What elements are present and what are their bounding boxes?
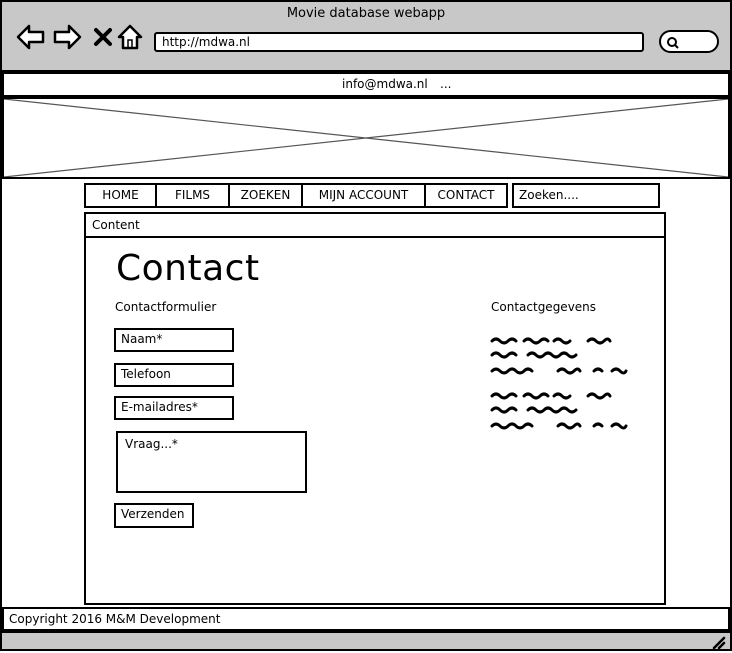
nav-mijn-account[interactable]: MIJN ACCOUNT [301,183,426,208]
page-title: Contact [116,248,260,289]
back-arrow-icon[interactable] [16,22,46,52]
banner-image-placeholder [2,97,730,179]
contact-email[interactable]: info@mdwa.nl [342,74,428,95]
nav-films[interactable]: FILMS [155,183,230,208]
resize-grip-icon[interactable] [710,634,726,653]
site-search-input[interactable]: Zoeken.... [512,183,660,208]
nav-home[interactable]: HOME [84,183,157,208]
form-label: Contactformulier [115,300,217,314]
name-field[interactable]: Naam* [114,328,234,352]
address-bar[interactable]: http://mdwa.nl [154,32,644,52]
details-label: Contactgegevens [491,300,597,314]
phone-field[interactable]: Telefoon [114,363,234,387]
status-bar [0,631,732,651]
submit-button[interactable]: Verzenden [114,503,194,528]
footer-copyright: Copyright 2016 M&M Development [2,607,730,631]
info-bar: info@mdwa.nl ... [2,72,730,97]
content-header: Content [84,212,666,238]
contact-details-text-2 [490,388,640,440]
nav-contact[interactable]: CONTACT [424,183,508,208]
contact-details-text-1 [490,333,640,385]
browser-search-field[interactable] [659,30,719,53]
nav-zoeken[interactable]: ZOEKEN [228,183,303,208]
forward-arrow-icon[interactable] [52,22,82,52]
search-icon [666,35,680,54]
info-bar-more: ... [440,77,452,91]
stop-icon[interactable] [88,22,118,52]
email-field[interactable]: E-mailadres* [114,396,234,420]
window-title: Movie database webapp [286,6,446,21]
home-icon[interactable] [115,22,145,52]
question-textarea[interactable]: Vraag...* [116,431,307,493]
main-nav: HOME FILMS ZOEKEN MIJN ACCOUNT CONTACT [84,183,508,208]
